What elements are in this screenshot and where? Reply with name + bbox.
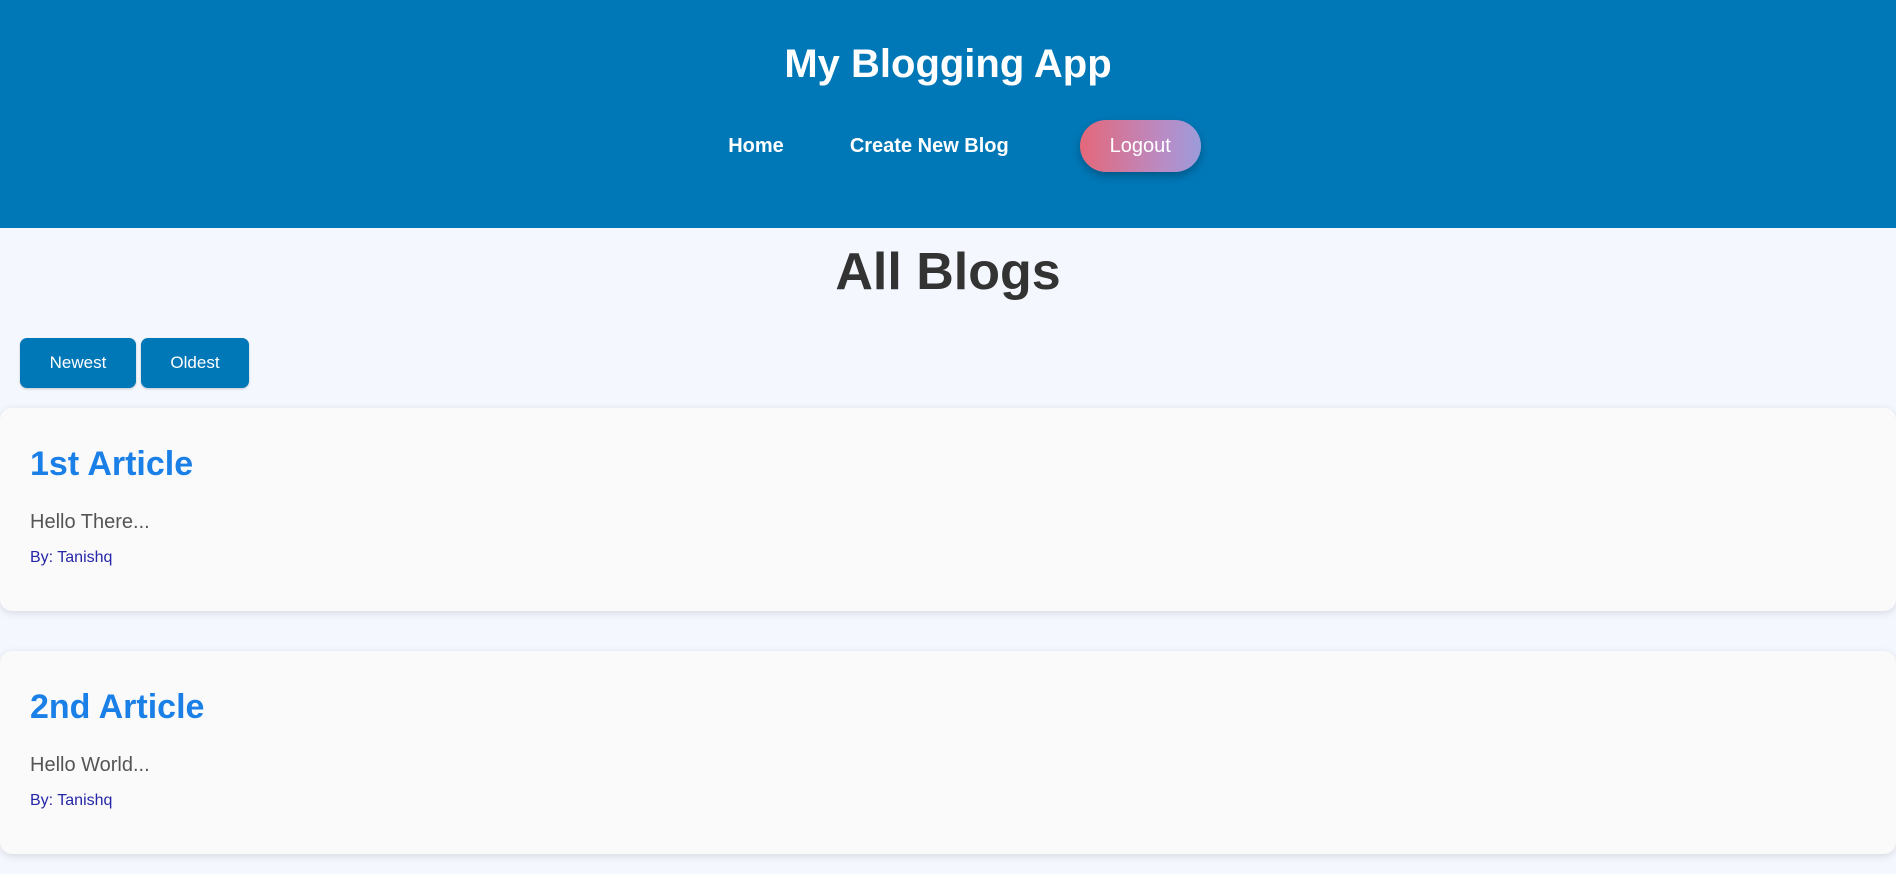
nav-create-blog-link[interactable]: Create New Blog	[817, 120, 1042, 172]
sort-oldest-button[interactable]: Oldest	[141, 338, 249, 388]
page-title: All Blogs	[835, 243, 1061, 301]
blog-author: By: Tanishq	[30, 549, 113, 566]
blog-title-link[interactable]: 2nd Article	[30, 687, 1866, 727]
logout-button[interactable]: Logout	[1079, 120, 1201, 172]
main-content: All Blogs Newest Oldest 1st Article Hell…	[0, 228, 1896, 854]
blog-list: 1st Article Hello There... By: Tanishq 2…	[0, 408, 1896, 854]
blog-excerpt: Hello World...	[30, 754, 150, 776]
blog-author: By: Tanishq	[30, 792, 113, 809]
app-header: My Blogging App Home Create New Blog Log…	[0, 0, 1896, 228]
nav-home-link[interactable]: Home	[695, 120, 817, 172]
sort-newest-button[interactable]: Newest	[20, 338, 136, 388]
app-title: My Blogging App	[784, 42, 1112, 86]
blog-excerpt: Hello There...	[30, 511, 150, 533]
main-nav: Home Create New Blog Logout	[0, 120, 1896, 172]
blog-card: 1st Article Hello There... By: Tanishq	[0, 408, 1896, 611]
blog-title-link[interactable]: 1st Article	[30, 444, 1866, 484]
blog-card: 2nd Article Hello World... By: Tanishq	[0, 651, 1896, 854]
sort-controls: Newest Oldest	[0, 338, 1896, 388]
